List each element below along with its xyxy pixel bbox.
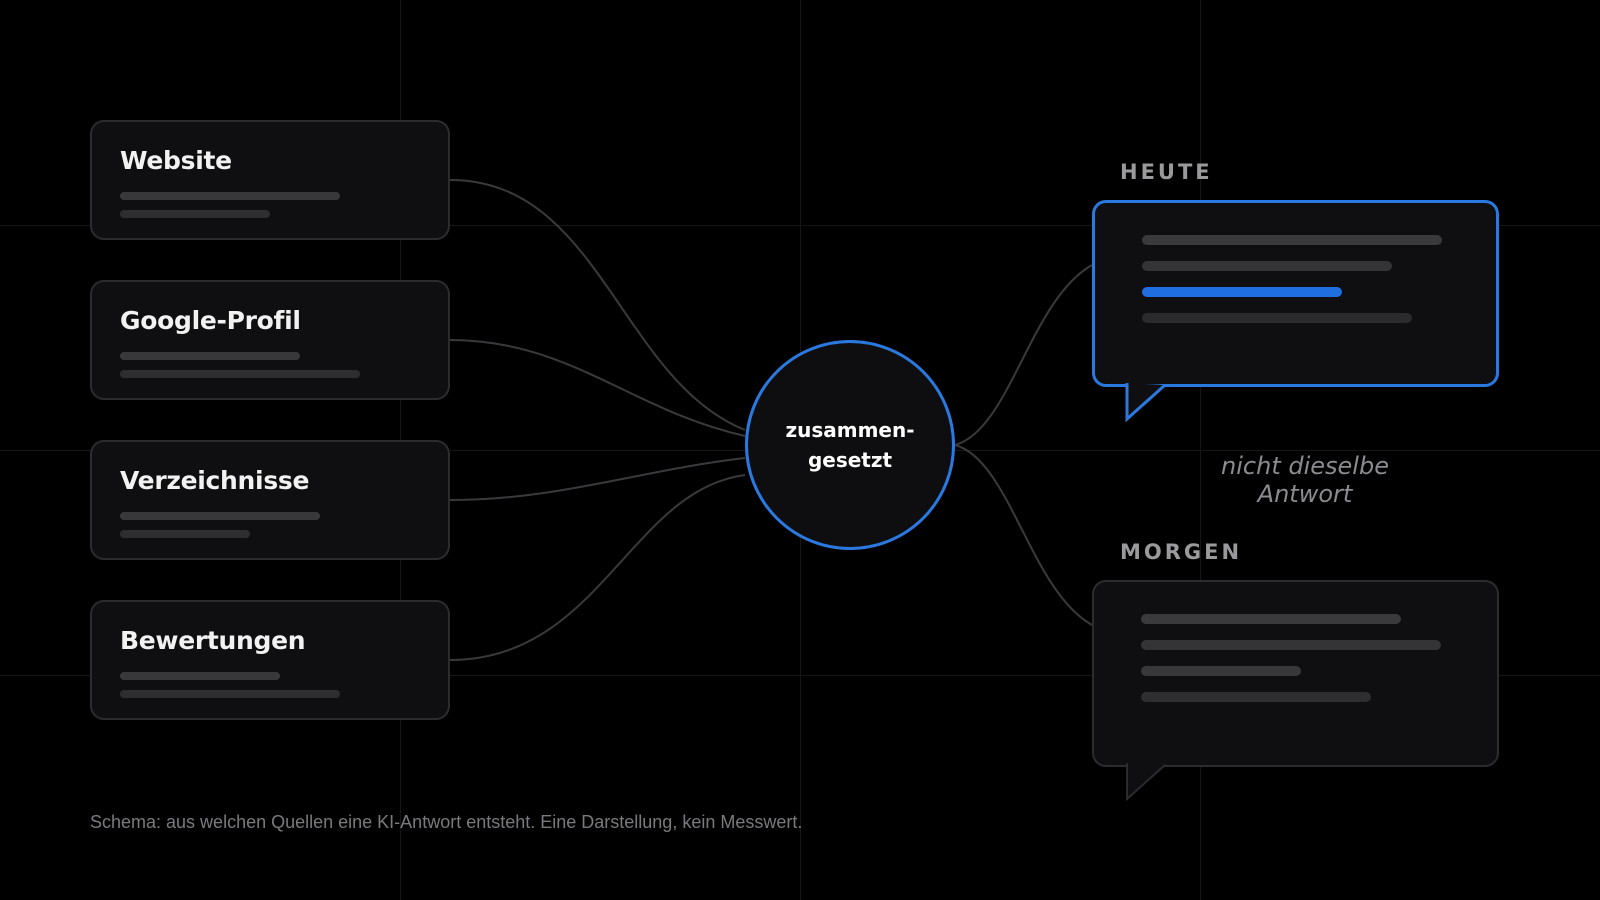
difference-caption: nicht dieselbe Antwort (1221, 452, 1389, 508)
source-card-bewertungen: Bewertungen (90, 600, 450, 720)
placeholder-bar (1141, 614, 1401, 624)
bubble-tail-tomorrow (1126, 763, 1166, 802)
source-card-google-profil: Google-Profil (90, 280, 450, 400)
placeholder-bar (120, 690, 340, 698)
source-card-website: Website (90, 120, 450, 240)
tomorrow-label: MORGEN (1120, 540, 1243, 564)
connector-bewertungen (449, 474, 746, 661)
connector-google-profil (449, 339, 746, 437)
placeholder-bar (120, 210, 270, 218)
placeholder-bar (120, 672, 280, 680)
footnote: Schema: aus welchen Quellen eine KI-Antw… (90, 812, 803, 832)
placeholder-bar (120, 370, 360, 378)
placeholder-bar (1142, 313, 1412, 323)
diagram-stage: Website Google-Profil Verzeichnisse Bewe… (0, 0, 1600, 900)
connector-verzeichnisse (449, 457, 746, 501)
answer-bubble-tomorrow (1092, 580, 1499, 767)
connector-website (449, 179, 746, 431)
source-title: Website (120, 146, 232, 175)
source-title: Google-Profil (120, 306, 301, 335)
bubble-tail-today (1125, 383, 1167, 423)
placeholder-bar (1141, 666, 1301, 676)
placeholder-bar (120, 530, 250, 538)
source-title: Bewertungen (120, 626, 306, 655)
hub-circle: zusammen- gesetzt (745, 340, 955, 550)
placeholder-bar (1142, 235, 1442, 245)
placeholder-bar (1141, 692, 1371, 702)
answer-bubble-today (1092, 200, 1499, 387)
placeholder-bar (1142, 261, 1392, 271)
source-title: Verzeichnisse (120, 466, 310, 495)
source-card-verzeichnisse: Verzeichnisse (90, 440, 450, 560)
placeholder-bar (120, 352, 300, 360)
connector-morgen (954, 444, 1093, 626)
hub-label: zusammen- gesetzt (785, 418, 915, 472)
today-label: HEUTE (1120, 160, 1213, 184)
highlight-bar (1142, 287, 1342, 297)
placeholder-bar (120, 512, 320, 520)
placeholder-bar (1141, 640, 1441, 650)
placeholder-bar (120, 192, 340, 200)
connector-heute (954, 264, 1093, 446)
